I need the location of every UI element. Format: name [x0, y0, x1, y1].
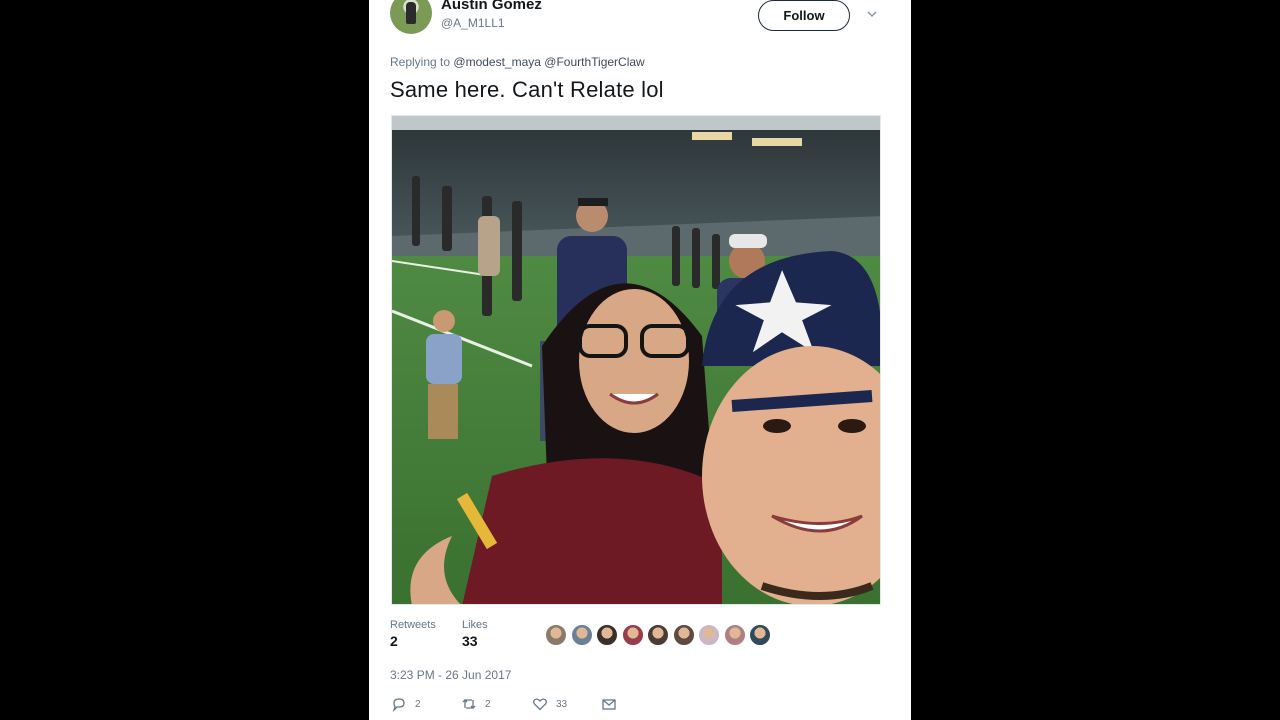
chevron-down-icon[interactable] [866, 8, 878, 20]
retweets-label[interactable]: Retweets [390, 619, 436, 631]
replying-to: Replying to @modest_maya @FourthTigerCla… [390, 55, 645, 69]
liker-avatar[interactable] [570, 624, 593, 646]
liker-avatar[interactable] [647, 624, 669, 646]
author-name[interactable]: Austin Gomez [441, 0, 542, 13]
likes-label[interactable]: Likes [462, 619, 488, 631]
reply-count: 2 [415, 698, 421, 710]
tweet-photo[interactable] [391, 115, 881, 605]
envelope-icon[interactable] [601, 696, 617, 712]
replying-to-handles[interactable]: @modest_maya @FourthTigerClaw [453, 55, 644, 69]
replying-prefix: Replying to [390, 55, 451, 69]
author-avatar[interactable] [390, 0, 432, 34]
liker-avatar[interactable] [698, 624, 720, 646]
liker-avatar[interactable] [545, 624, 567, 646]
retweet-icon[interactable] [461, 696, 477, 712]
retweets-count[interactable]: 2 [390, 633, 398, 649]
retweet-action[interactable]: 2 [461, 696, 491, 712]
retweet-count: 2 [485, 698, 491, 710]
reply-icon[interactable] [391, 696, 407, 713]
like-count: 33 [556, 698, 568, 710]
dm-action[interactable] [601, 696, 617, 712]
heart-icon[interactable] [532, 696, 548, 712]
tweet-text: Same here. Can't Relate lol [390, 77, 664, 102]
liker-avatar[interactable] [723, 624, 746, 646]
photo-illustration [392, 116, 880, 604]
follow-button[interactable]: Follow [758, 0, 850, 31]
liker-avatar[interactable] [596, 624, 618, 646]
likes-count[interactable]: 33 [462, 633, 478, 649]
liker-avatar[interactable] [672, 624, 695, 646]
like-action[interactable]: 33 [532, 696, 567, 712]
tweet-card: Austin Gomez @A_M1LL1 Follow Replying to… [369, 0, 911, 720]
author-handle[interactable]: @A_M1LL1 [441, 16, 505, 30]
tweet-timestamp[interactable]: 3:23 PM - 26 Jun 2017 [390, 668, 511, 682]
reply-action[interactable]: 2 [391, 696, 421, 713]
liker-avatar[interactable] [621, 624, 644, 646]
liker-avatar[interactable] [749, 624, 771, 646]
